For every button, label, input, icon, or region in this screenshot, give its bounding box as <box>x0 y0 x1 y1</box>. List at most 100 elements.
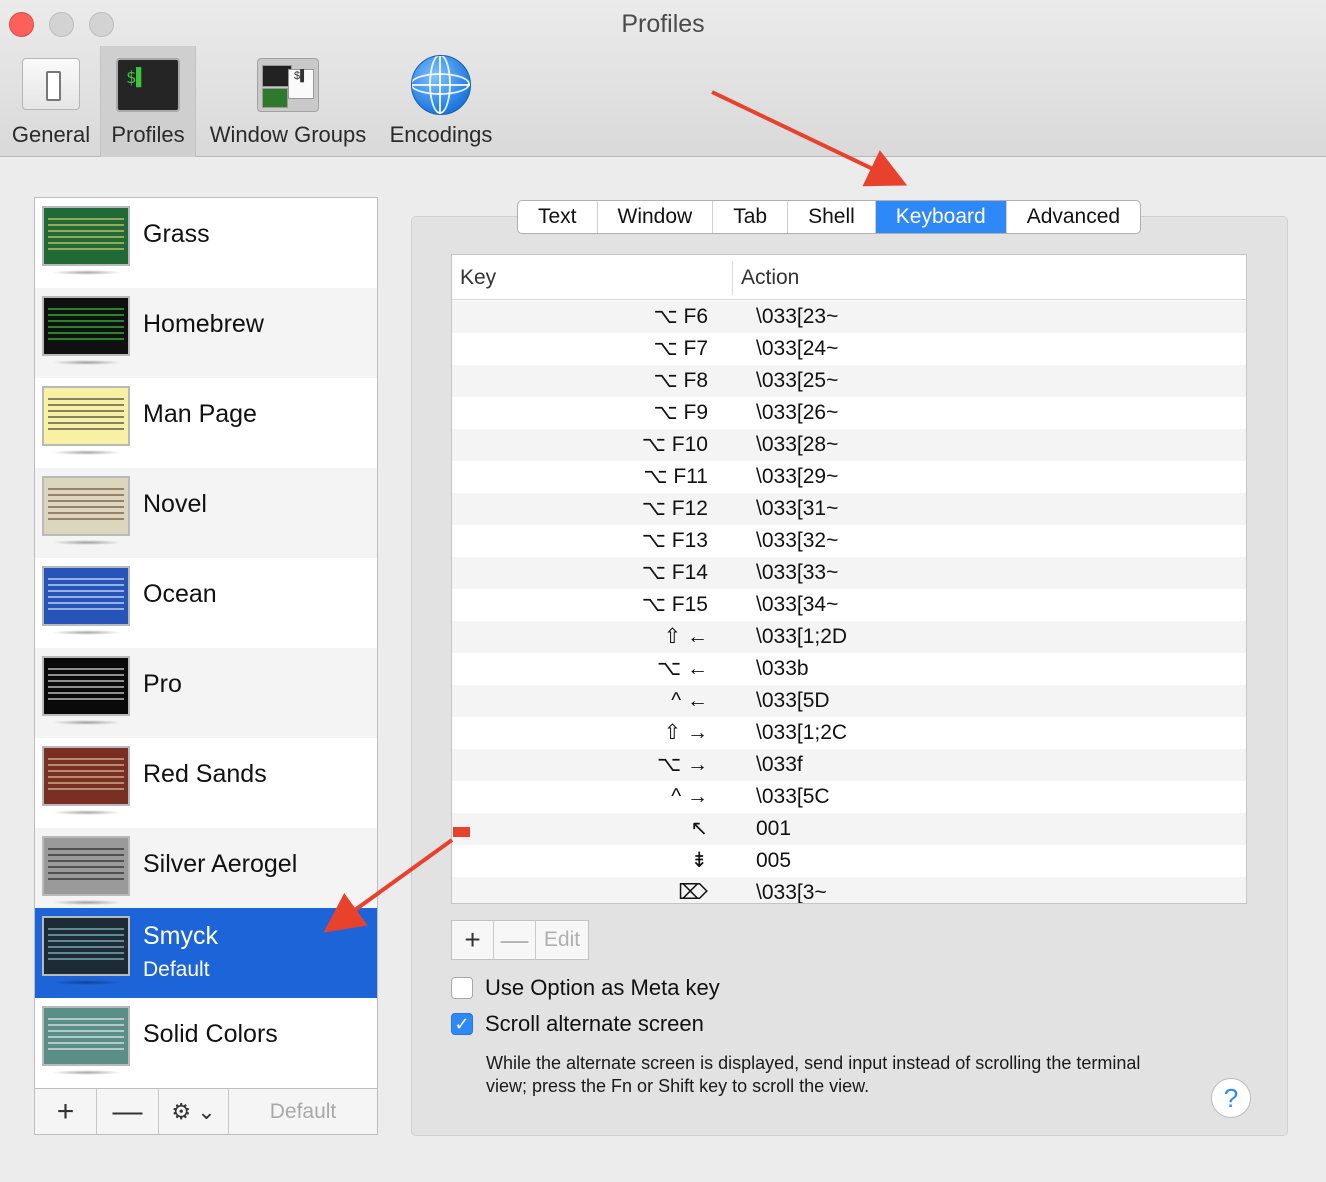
profile-thumbnail <box>42 476 130 536</box>
toolbar-window-groups-label: Window Groups <box>209 122 367 147</box>
profile-name: Silver Aerogel <box>143 850 298 878</box>
profile-list[interactable]: Grass Homebrew Man Page Novel Ocean Pro … <box>34 197 378 1135</box>
table-row[interactable]: ⌥ F15 \033[34~ <box>452 589 1246 621</box>
profile-item-red-sands[interactable]: Red Sands <box>35 738 377 828</box>
profile-name: Novel <box>143 490 207 518</box>
action-cell: \033[1;2C <box>756 721 848 744</box>
profile-name: Homebrew <box>143 310 264 338</box>
toolbar-general[interactable]: General <box>5 46 97 157</box>
action-cell: 001 <box>756 817 792 840</box>
gear-menu-button[interactable]: ⚙ ⌄ <box>159 1089 229 1134</box>
key-cell: ⌥ ← <box>656 657 708 680</box>
profile-name: Ocean <box>143 580 217 608</box>
profile-list-toolbar: + — ⚙ ⌄ Default <box>34 1088 378 1135</box>
table-row[interactable]: ⌥ F10 \033[28~ <box>452 429 1246 461</box>
table-row[interactable]: ⌥ F8 \033[25~ <box>452 365 1246 397</box>
table-row[interactable]: ^ → \033[5C <box>452 781 1246 813</box>
tab-tab[interactable]: Tab <box>713 201 789 233</box>
add-key-button[interactable]: + <box>452 921 494 959</box>
key-mapping-buttons: + — Edit <box>451 920 589 960</box>
add-profile-button[interactable]: + <box>35 1089 97 1134</box>
profile-item-homebrew[interactable]: Homebrew <box>35 288 377 378</box>
profile-item-man-page[interactable]: Man Page <box>35 378 377 468</box>
table-row[interactable]: ⌥ F12 \033[31~ <box>452 493 1246 525</box>
use-option-as-meta-label: Use Option as Meta key <box>485 975 720 1000</box>
table-row[interactable]: ⌥ F14 \033[33~ <box>452 557 1246 589</box>
profile-item-smyck[interactable]: Smyck Default <box>35 908 377 998</box>
table-row[interactable]: ↖ 001 <box>452 813 1246 845</box>
window-groups-icon: $▌ <box>257 58 319 112</box>
table-row[interactable]: ⇟ 005 <box>452 845 1246 877</box>
toolbar-encodings-label: Encodings <box>389 122 493 147</box>
tab-advanced[interactable]: Advanced <box>1007 201 1140 233</box>
profile-item-solid-colors[interactable]: Solid Colors <box>35 998 377 1088</box>
profile-thumbnail <box>42 746 130 806</box>
profile-thumbnail <box>42 1006 130 1066</box>
toolbar-profiles[interactable]: $▌ Profiles <box>100 46 196 157</box>
profile-thumbnail <box>42 386 130 446</box>
action-cell: \033[34~ <box>756 593 839 616</box>
profile-item-silver-aerogel[interactable]: Silver Aerogel <box>35 828 377 918</box>
profile-item-ocean[interactable]: Ocean <box>35 558 377 648</box>
key-cell: ⇧ ← <box>663 625 708 648</box>
help-button[interactable]: ? <box>1211 1078 1251 1118</box>
edit-key-button[interactable]: Edit <box>536 921 588 959</box>
tab-text[interactable]: Text <box>518 201 598 233</box>
terminal-icon: $▌ <box>116 58 180 112</box>
toolbar-window-groups[interactable]: $▌ Window Groups <box>200 46 376 157</box>
key-cell: ↖ <box>690 817 708 840</box>
use-option-as-meta-checkbox[interactable] <box>451 977 473 999</box>
toolbar-encodings[interactable]: Encodings <box>382 46 500 157</box>
action-cell: \033[31~ <box>756 497 839 520</box>
tab-window[interactable]: Window <box>598 201 714 233</box>
table-header: Key Action <box>452 255 1246 300</box>
profile-thumbnail <box>42 296 130 356</box>
profile-name: Red Sands <box>143 760 267 788</box>
toolbar-profiles-label: Profiles <box>111 122 185 147</box>
tab-keyboard[interactable]: Keyboard <box>875 201 1007 233</box>
profile-item-pro[interactable]: Pro <box>35 648 377 738</box>
profile-thumbnail <box>42 566 130 626</box>
column-header-key[interactable]: Key <box>460 255 496 300</box>
key-cell: ⌥ F14 <box>641 561 708 584</box>
table-row[interactable]: ⌥ F11 \033[29~ <box>452 461 1246 493</box>
action-cell: \033[24~ <box>756 337 839 360</box>
window-title: Profiles <box>621 10 705 38</box>
key-cell: ⌥ F15 <box>641 593 708 616</box>
table-row[interactable]: ⌥ F6 \033[23~ <box>452 301 1246 333</box>
key-cell: ⌥ F8 <box>653 369 708 392</box>
profile-name: Solid Colors <box>143 1020 278 1048</box>
action-cell: \033[33~ <box>756 561 839 584</box>
profile-item-novel[interactable]: Novel <box>35 468 377 558</box>
action-cell: \033f <box>756 753 803 776</box>
key-cell: ⌥ F6 <box>653 305 708 328</box>
action-cell: \033[5C <box>756 785 830 808</box>
profile-name: Grass <box>143 220 210 248</box>
table-row[interactable]: ⌥ → \033f <box>452 749 1246 781</box>
table-row[interactable]: ^ ← \033[5D <box>452 685 1246 717</box>
remove-key-button[interactable]: — <box>494 921 536 959</box>
toolbar-general-label: General <box>11 122 91 147</box>
table-row[interactable]: ⇧ ← \033[1;2D <box>452 621 1246 653</box>
profile-item-grass[interactable]: Grass <box>35 198 377 288</box>
remove-profile-button[interactable]: — <box>97 1089 159 1134</box>
key-cell: ⌥ → <box>656 753 708 776</box>
action-cell: \033[26~ <box>756 401 839 424</box>
tab-shell[interactable]: Shell <box>788 201 876 233</box>
table-row[interactable]: ⌥ F13 \033[32~ <box>452 525 1246 557</box>
scroll-alternate-screen-description: While the alternate screen is displayed,… <box>486 1053 1141 1096</box>
scroll-alternate-screen-label: Scroll alternate screen <box>485 1011 704 1036</box>
profile-name: Man Page <box>143 400 257 428</box>
key-cell: ⇟ <box>690 849 708 872</box>
table-row[interactable]: ⌥ ← \033b <box>452 653 1246 685</box>
key-cell: ⇧ → <box>663 721 708 744</box>
table-row[interactable]: ⌥ F9 \033[26~ <box>452 397 1246 429</box>
action-cell: \033[5D <box>756 689 830 712</box>
table-row[interactable]: ⌥ F7 \033[24~ <box>452 333 1246 365</box>
scroll-alternate-screen-checkbox[interactable]: ✓ <box>451 1013 473 1035</box>
set-default-button[interactable]: Default <box>229 1089 377 1134</box>
column-header-action[interactable]: Action <box>732 261 799 295</box>
key-mapping-table[interactable]: Key Action ⌥ F6 \033[23~ ⌥ F7 \033[24~ ⌥ F8 \… <box>451 254 1247 904</box>
table-row[interactable]: ⌦ \033[3~ <box>452 877 1246 903</box>
table-row[interactable]: ⇧ → \033[1;2C <box>452 717 1246 749</box>
